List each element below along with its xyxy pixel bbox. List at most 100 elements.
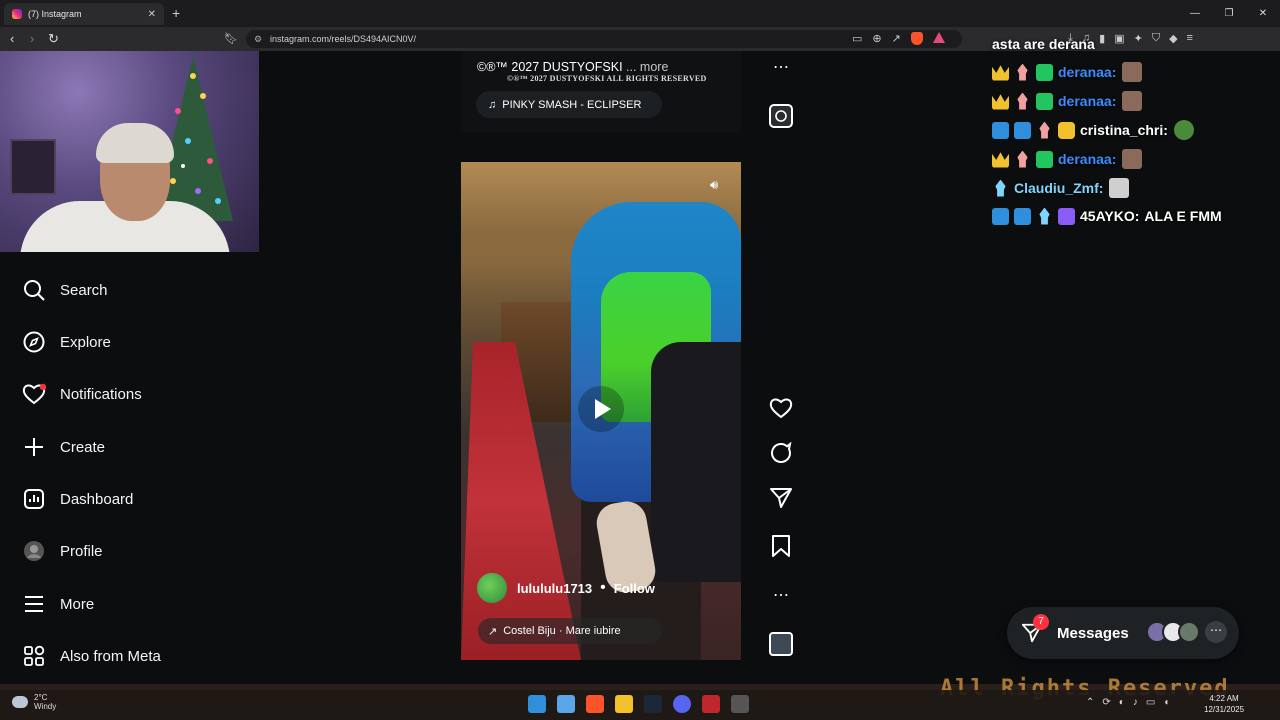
speaker-icon[interactable]: ◖ [1163, 697, 1169, 708]
heart-icon [22, 382, 46, 406]
weather-widget[interactable]: 2°C Windy [12, 693, 56, 711]
share-icon[interactable]: ↗ [892, 32, 901, 45]
close-tab-icon[interactable]: ✕ [148, 9, 156, 20]
chess-badge-icon [1017, 150, 1028, 168]
avatar [1178, 621, 1200, 643]
comment-icon[interactable] [768, 440, 794, 466]
file-explorer-icon[interactable] [615, 695, 633, 713]
grid-icon [22, 644, 46, 668]
gold-badge-icon [1058, 121, 1075, 139]
more-messages-icon[interactable]: ⋯ [1205, 621, 1227, 643]
chat-username: 45AYKO: [1080, 208, 1140, 224]
address-actions: ▭ ⊕ ↗ [852, 32, 945, 45]
mic-icon[interactable]: ♪ [1133, 697, 1138, 708]
sync-icon[interactable]: ⟳ [1102, 697, 1110, 708]
emote-icon [1109, 178, 1130, 198]
reel-caption[interactable]: ©®™ 2027 DUSTYOFSKI ... more [477, 60, 668, 74]
like-icon[interactable] [768, 395, 794, 421]
wall-frame [10, 139, 56, 195]
sidebar-item-search[interactable]: Search [22, 276, 108, 304]
sidebar-item-create[interactable]: Create [22, 433, 105, 461]
follow-button[interactable]: Follow [614, 581, 655, 596]
sidebar-item-label: More [60, 595, 95, 613]
menu-icon[interactable]: ≡ [1187, 32, 1193, 45]
emote-icon [1122, 62, 1143, 82]
minimize-icon[interactable]: — [1178, 0, 1212, 27]
headset-icon[interactable]: ◐ [1119, 697, 1125, 708]
site-info-icon[interactable]: ⚙ [254, 30, 262, 48]
task-view-icon[interactable] [557, 695, 575, 713]
brave-rewards-icon[interactable] [932, 32, 945, 43]
share-icon[interactable] [768, 485, 794, 511]
sidebar-item-notifications[interactable]: Notifications [22, 380, 142, 408]
back-icon[interactable]: ‹ [10, 31, 14, 46]
discord-icon[interactable] [673, 695, 691, 713]
hamburger-icon [22, 592, 46, 616]
audio-thumbnail[interactable] [768, 631, 794, 657]
audio-pill-current[interactable]: ↗ Costel Biju · Mare iubire [478, 618, 662, 644]
forward-icon[interactable]: › [30, 31, 34, 46]
author-username[interactable]: lulululu1713 [517, 581, 592, 596]
crown-badge-icon [992, 152, 1009, 168]
cloud-icon [12, 696, 28, 708]
bookmark-icon[interactable]: 🔖︎ [224, 32, 238, 45]
audio-thumbnail-top[interactable] [768, 103, 794, 129]
sidebar-item-label: Notifications [60, 385, 142, 403]
trending-arrow-icon: ↗ [488, 625, 498, 638]
brave-shield-icon[interactable] [910, 32, 923, 45]
chevron-up-icon[interactable]: ⌃ [1086, 697, 1094, 708]
instagram-favicon-icon [12, 9, 22, 19]
sidebar-item-label: Create [60, 438, 106, 456]
new-tab-icon[interactable]: + [172, 5, 180, 21]
sidebar-item-profile[interactable]: Profile [22, 537, 103, 565]
crown-badge-icon [992, 65, 1009, 81]
volume-icon[interactable]: 🔊︎ [710, 177, 718, 193]
avatar-icon [22, 539, 46, 563]
cast-icon[interactable]: ▭ [852, 32, 862, 45]
brave-icon[interactable] [586, 695, 604, 713]
sidebar-icon[interactable]: ▮ [1099, 32, 1105, 45]
chess-badge-icon [995, 179, 1006, 197]
vpn-icon[interactable]: ⛉ [1152, 32, 1160, 45]
wallet-icon[interactable]: ▣ [1114, 32, 1124, 45]
sidebar-item-label: Dashboard [60, 490, 134, 508]
compass-icon [22, 330, 46, 354]
emote-icon [1122, 149, 1143, 169]
start-icon[interactable] [528, 695, 546, 713]
sidebar-item-also-from-meta[interactable]: Also from Meta [22, 642, 161, 670]
restore-icon[interactable]: ❐ [1212, 0, 1246, 27]
sidebar-item-more[interactable]: More [22, 590, 94, 618]
zoom-icon[interactable]: ⊕ [872, 32, 881, 45]
clock[interactable]: 4:22 AM 12/31/2025 [1204, 693, 1244, 715]
sidebar-item-dashboard[interactable]: Dashboard [22, 485, 133, 513]
audio-pill-previous[interactable]: ♫ PINKY SMASH - ECLIPSER [476, 91, 662, 118]
reload-icon[interactable]: ↻ [48, 31, 59, 47]
leo-icon[interactable]: ✦ [1134, 32, 1143, 45]
app-icon[interactable] [731, 695, 749, 713]
more-options-icon[interactable]: ⋯ [768, 582, 794, 608]
sidebar-item-label: Explore [60, 333, 111, 351]
plus-icon [22, 435, 46, 459]
windows-taskbar: 2°C Windy ⌃ ⟳ ◐ ♪ ▭ ◖ 4:22 AM 12/31/2025 [0, 690, 1280, 720]
shield-app-icon[interactable] [702, 695, 720, 713]
chess-badge-icon [1039, 121, 1050, 139]
author-avatar[interactable] [477, 573, 507, 603]
close-window-icon[interactable]: ✕ [1246, 0, 1280, 27]
sidebar-item-label: Profile [60, 542, 103, 560]
steam-icon[interactable] [644, 695, 662, 713]
browser-tabstrip: (7) Instagram ✕ + — ❐ ✕ [0, 0, 1280, 27]
save-icon[interactable] [768, 533, 794, 559]
network-icon[interactable]: ▭ [1146, 697, 1155, 708]
play-button[interactable] [578, 386, 624, 432]
extension-icon[interactable]: ◆ [1169, 32, 1177, 45]
audio-label: PINKY SMASH - ECLIPSER [502, 98, 642, 111]
more-options-icon-top[interactable]: ⋯ [768, 54, 794, 80]
pepe-emote-icon [1173, 120, 1194, 140]
reel-author: lulululu1713 • Follow [477, 573, 655, 603]
messages-button[interactable]: 7 Messages ⋯ [1007, 607, 1239, 659]
caption-more-link[interactable]: ... more [626, 60, 668, 74]
sidebar-item-explore[interactable]: Explore [22, 328, 111, 356]
audio-label: Costel Biju · Mare iubire [503, 625, 621, 637]
video-person-sleeve [651, 342, 741, 582]
browser-tab[interactable]: (7) Instagram ✕ [4, 3, 164, 25]
